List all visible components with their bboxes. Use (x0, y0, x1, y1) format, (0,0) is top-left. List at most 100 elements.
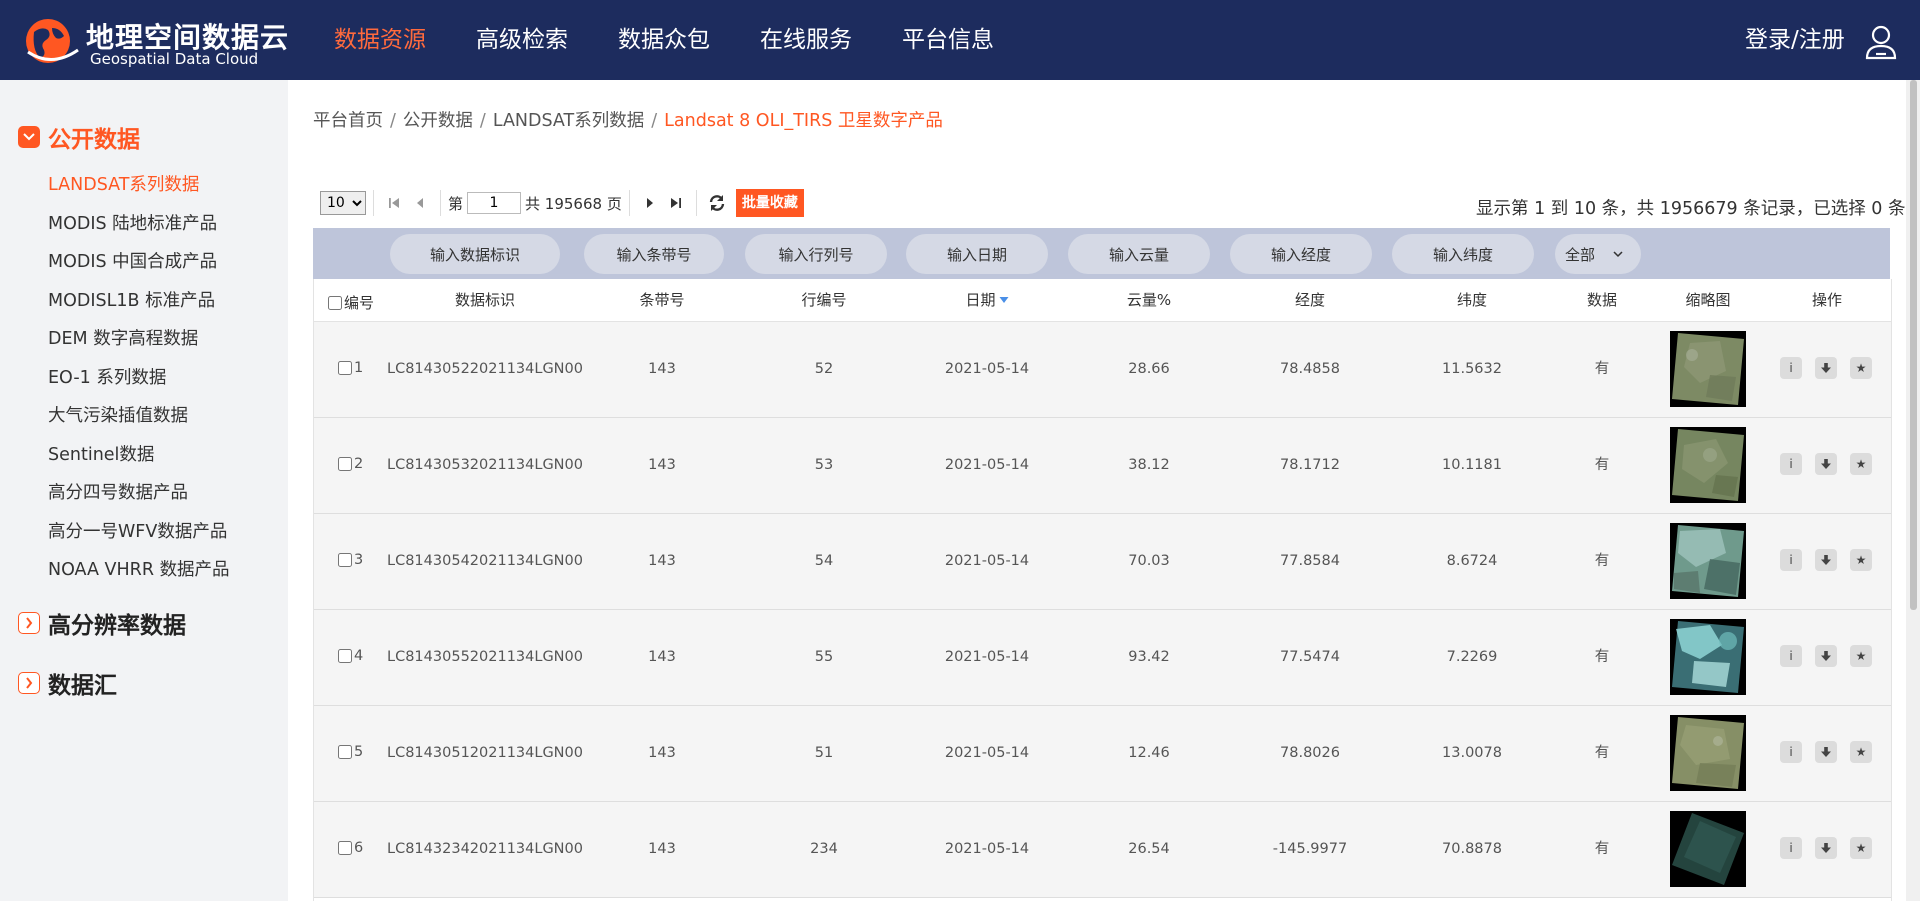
login-register-link[interactable]: 登录/注册 (1745, 0, 1845, 80)
sidebar-item-modis-china[interactable]: MODIS 中国合成产品 (48, 249, 230, 288)
col-header-date-label: 日期 (965, 291, 996, 309)
select-all-checkbox[interactable] (328, 295, 342, 310)
first-page-icon[interactable] (381, 190, 407, 216)
thumbnail-image[interactable] (1670, 523, 1746, 599)
filter-data-id[interactable]: 输入数据标识 (390, 234, 560, 274)
cell-cloud: 28.66 (1128, 361, 1170, 377)
nav-platform-info[interactable]: 平台信息 (902, 0, 994, 80)
cell-lon: 78.1712 (1280, 457, 1340, 473)
page-size-select[interactable]: 10 (320, 191, 366, 215)
row-select: 6 (338, 840, 363, 856)
download-icon[interactable] (1815, 645, 1837, 667)
row-select: 2 (338, 456, 363, 472)
page-scrollbar-thumb[interactable] (1910, 80, 1917, 610)
sidebar-item-landsat[interactable]: LANDSAT系列数据 (48, 172, 230, 211)
info-icon[interactable]: i (1780, 549, 1802, 571)
batch-favorite-button[interactable]: 批量收藏 (735, 189, 804, 217)
row-checkbox[interactable] (338, 457, 352, 471)
star-icon[interactable]: ★ (1850, 357, 1872, 379)
thumbnail-image[interactable] (1670, 715, 1746, 791)
sidebar-item-modisl1b[interactable]: MODISL1B 标准产品 (48, 288, 230, 327)
thumbnail-image[interactable] (1670, 331, 1746, 407)
record-info: 显示第 1 到 10 条，共 1956679 条记录，已选择 0 条 (1476, 199, 1906, 219)
row-checkbox[interactable] (338, 841, 352, 855)
thumbnail-image[interactable] (1670, 619, 1746, 695)
user-icon[interactable] (1864, 24, 1898, 60)
star-icon[interactable]: ★ (1850, 645, 1872, 667)
row-actions: i ★ (1780, 357, 1885, 379)
nav-advanced-search[interactable]: 高级检索 (476, 0, 568, 80)
row-actions: i ★ (1780, 645, 1885, 667)
row-checkbox[interactable] (338, 553, 352, 567)
download-icon[interactable] (1815, 357, 1837, 379)
sidebar-item-air-pollution[interactable]: 大气污染插值数据 (48, 403, 230, 442)
next-page-icon[interactable] (637, 190, 663, 216)
refresh-icon[interactable] (704, 190, 730, 216)
category-public-data[interactable]: 公开数据 (18, 120, 140, 154)
cell-has-data: 有 (1594, 841, 1610, 857)
sidebar-item-dem[interactable]: DEM 数字高程数据 (48, 326, 230, 365)
row-no: 5 (354, 744, 364, 760)
filter-longitude[interactable]: 输入经度 (1230, 234, 1372, 274)
thumbnail-image[interactable] (1670, 427, 1746, 503)
sidebar-item-noaa-vhrr[interactable]: NOAA VHRR 数据产品 (48, 557, 230, 596)
category-high-resolution[interactable]: 高分辨率数据 (18, 606, 186, 640)
row-checkbox[interactable] (338, 745, 352, 759)
category-data-hub[interactable]: 数据汇 (18, 666, 117, 700)
row-select: 1 (338, 360, 363, 376)
download-icon[interactable] (1815, 549, 1837, 571)
star-icon[interactable]: ★ (1850, 741, 1872, 763)
breadcrumb-public-data[interactable]: 公开数据 (403, 111, 473, 131)
cell-id: LC81430532021134LGN00 (387, 457, 583, 473)
nav-data-crowdsourcing[interactable]: 数据众包 (618, 0, 710, 80)
download-icon[interactable] (1815, 453, 1837, 475)
info-icon[interactable]: i (1780, 453, 1802, 475)
col-header-date[interactable]: 日期 (965, 279, 1009, 321)
download-icon[interactable] (1815, 741, 1837, 763)
last-page-icon[interactable] (663, 190, 689, 216)
filter-latitude[interactable]: 输入纬度 (1392, 234, 1534, 274)
star-icon[interactable]: ★ (1850, 453, 1872, 475)
site-logo[interactable]: 地理空间数据云 Geospatial Data Cloud (24, 14, 288, 68)
filter-cloud[interactable]: 输入云量 (1068, 234, 1210, 274)
filter-date[interactable]: 输入日期 (906, 234, 1048, 274)
row-checkbox[interactable] (338, 649, 352, 663)
star-icon[interactable]: ★ (1850, 549, 1872, 571)
info-icon[interactable]: i (1780, 837, 1802, 859)
cell-row: 53 (814, 457, 834, 473)
thumbnail-image[interactable] (1670, 811, 1746, 887)
sidebar-item-gf4[interactable]: 高分四号数据产品 (48, 480, 230, 519)
top-navbar: 地理空间数据云 Geospatial Data Cloud 数据资源 高级检索 … (0, 0, 1920, 80)
sidebar-item-sentinel[interactable]: Sentinel数据 (48, 442, 230, 481)
cell-has-data: 有 (1594, 553, 1610, 569)
filter-data-select[interactable]: 全部 (1555, 234, 1641, 274)
table-row: 3 LC81430542021134LGN00 143 54 2021-05-1… (314, 514, 1891, 610)
sidebar-item-gf1-wfv[interactable]: 高分一号WFV数据产品 (48, 519, 230, 558)
col-header-ops: 操作 (1811, 291, 1843, 309)
cell-row: 55 (814, 649, 834, 665)
cell-date: 2021-05-14 (944, 745, 1030, 761)
breadcrumb-home[interactable]: 平台首页 (313, 111, 383, 131)
info-icon[interactable]: i (1780, 357, 1802, 379)
page-prefix-label: 第 (448, 194, 464, 213)
star-icon[interactable]: ★ (1850, 837, 1872, 859)
sidebar-item-modis-land[interactable]: MODIS 陆地标准产品 (48, 211, 230, 250)
divider (373, 190, 374, 216)
current-page-input[interactable] (467, 192, 522, 214)
filter-row[interactable]: 输入行列号 (745, 234, 887, 274)
breadcrumb-landsat[interactable]: LANDSAT系列数据 (493, 111, 644, 131)
cell-row: 54 (814, 553, 834, 569)
filter-path[interactable]: 输入条带号 (584, 234, 724, 274)
nav-online-services[interactable]: 在线服务 (760, 0, 852, 80)
pagination-toolbar: 10 第 共 195668 页 批量收藏 (320, 188, 804, 218)
download-icon[interactable] (1815, 837, 1837, 859)
row-select: 3 (338, 552, 363, 568)
nav-data-resources[interactable]: 数据资源 (334, 0, 426, 80)
sidebar-item-eo1[interactable]: EO-1 系列数据 (48, 365, 230, 404)
cell-path: 143 (648, 649, 676, 665)
prev-page-icon[interactable] (407, 190, 433, 216)
row-checkbox[interactable] (338, 361, 352, 375)
total-pages-label: 共 195668 页 (525, 194, 622, 213)
info-icon[interactable]: i (1780, 645, 1802, 667)
info-icon[interactable]: i (1780, 741, 1802, 763)
